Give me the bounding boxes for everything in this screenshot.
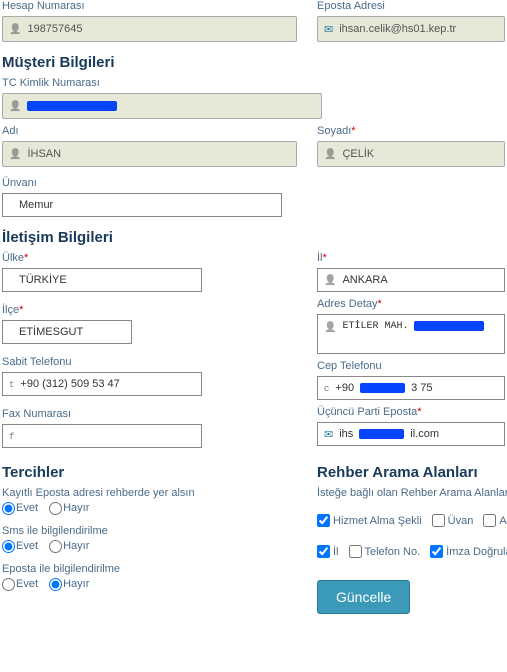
third-email-prefix: ihs	[339, 428, 353, 440]
phone-icon	[9, 378, 14, 390]
cb-hizmet[interactable]	[317, 514, 330, 527]
section-customer: Müşteri Bilgileri	[2, 54, 505, 71]
cell-icon	[324, 382, 329, 394]
user-icon	[9, 100, 21, 112]
mail-icon	[324, 23, 333, 36]
sms-yes-radio[interactable]	[2, 540, 15, 553]
eposta-pref-label: Eposta ile bilgilendirilme	[2, 563, 297, 575]
sms-pref-group: Evet Hayır	[2, 540, 297, 553]
cell-input[interactable]: +90 3 75	[317, 376, 505, 400]
cell-prefix: +90	[335, 382, 354, 394]
user-icon	[324, 274, 336, 286]
section-contact: İletişim Bilgileri	[2, 229, 505, 246]
mail-icon	[324, 428, 333, 441]
tc-label: TC Kimlik Numarası	[2, 77, 505, 89]
country-select[interactable]: TÜRKİYE	[2, 268, 202, 292]
district-label: İlçe*	[2, 304, 297, 316]
province-label: İl*	[317, 252, 505, 264]
email-field: ihsan.celik@hs01.kep.tr	[317, 16, 505, 42]
user-icon	[9, 23, 21, 35]
section-prefs: Tercihler	[2, 464, 297, 481]
cb-imza[interactable]	[430, 545, 443, 558]
surname-label: Soyadı*	[317, 125, 505, 137]
account-no-field: 198757645	[2, 16, 297, 42]
update-button[interactable]: Güncelle	[317, 580, 410, 614]
fax-label: Fax Numarası	[2, 408, 297, 420]
district-select[interactable]: ETİMESGUT	[2, 320, 132, 344]
third-email-input[interactable]: ihs il.com	[317, 422, 505, 446]
name-value: İHSAN	[27, 148, 61, 160]
title-label: Ünvanı	[2, 177, 505, 189]
search-subtitle: İsteğe bağlı olan Rehber Arama Alanları.	[317, 487, 507, 499]
section-search: Rehber Arama Alanları	[317, 464, 507, 481]
account-no-label: Hesap Numarası	[2, 0, 297, 12]
country-label: Ülke*	[2, 252, 297, 264]
cb-adres[interactable]	[483, 514, 496, 527]
user-icon	[324, 321, 336, 333]
phone-value: +90 (312) 509 53 47	[20, 378, 119, 390]
country-value: TÜRKİYE	[9, 274, 67, 286]
district-value: ETİMESGUT	[9, 326, 83, 338]
phone-label: Sabit Telefonu	[2, 356, 297, 368]
redacted-address	[414, 321, 484, 331]
fax-input[interactable]	[2, 424, 202, 448]
tc-field	[2, 93, 322, 119]
name-field: İHSAN	[2, 141, 297, 167]
surname-field: ÇELİK	[317, 141, 505, 167]
fax-icon	[9, 430, 14, 442]
cb-uvan[interactable]	[432, 514, 445, 527]
third-email-label: Üçüncü Parti Eposta*	[317, 406, 505, 418]
eposta-yes-radio[interactable]	[2, 578, 15, 591]
province-value: ANKARA	[342, 274, 387, 286]
eposta-pref-group: Evet Hayır	[2, 578, 297, 591]
cb-telefon[interactable]	[349, 545, 362, 558]
email-value: ihsan.celik@hs01.kep.tr	[339, 23, 456, 35]
account-no-value: 198757645	[27, 23, 82, 35]
sms-no-radio[interactable]	[49, 540, 62, 553]
sms-pref-label: Sms ile bilgilendirilme	[2, 525, 297, 537]
cell-suffix: 3 75	[411, 382, 432, 394]
title-input[interactable]: Memur	[2, 193, 282, 217]
guide-pref-label: Kayıtlı Eposta adresi rehberde yer alsın	[2, 487, 297, 499]
email-label: Eposta Adresi	[317, 0, 505, 12]
redacted-cell	[360, 383, 405, 393]
address-input[interactable]: ETİLER MAH.	[317, 314, 505, 354]
guide-no-radio[interactable]	[49, 502, 62, 515]
user-icon	[324, 148, 336, 160]
phone-input[interactable]: +90 (312) 509 53 47	[2, 372, 202, 396]
title-value: Memur	[9, 199, 53, 211]
province-select[interactable]: ANKARA	[317, 268, 505, 292]
surname-value: ÇELİK	[342, 148, 374, 160]
eposta-no-radio[interactable]	[49, 578, 62, 591]
cb-il[interactable]	[317, 545, 330, 558]
user-icon	[9, 148, 21, 160]
name-label: Adı	[2, 125, 297, 137]
guide-pref-group: Evet Hayır	[2, 502, 297, 515]
redacted-tc	[27, 101, 117, 111]
guide-yes-radio[interactable]	[2, 502, 15, 515]
address-value: ETİLER MAH.	[342, 321, 408, 332]
address-label: Adres Detay*	[317, 298, 505, 310]
cell-label: Cep Telefonu	[317, 360, 505, 372]
third-email-suffix: il.com	[410, 428, 439, 440]
redacted-email	[359, 429, 404, 439]
